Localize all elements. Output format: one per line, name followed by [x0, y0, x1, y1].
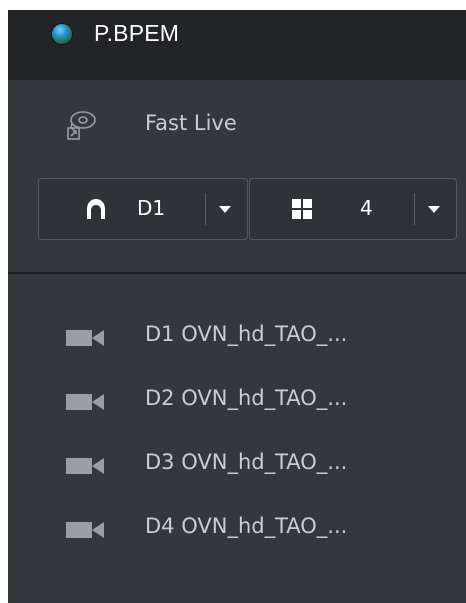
layout-selector-value: 4 — [360, 196, 373, 220]
channel-label: D4 OVN_hd_TAO_... — [145, 514, 348, 538]
device-selector-separator — [205, 193, 206, 225]
title-bar: P.BPEM — [8, 10, 466, 80]
fast-live-icon — [67, 111, 96, 140]
channel-item-d1[interactable]: D1 OVN_hd_TAO_... — [8, 315, 466, 359]
channel-label: D1 OVN_hd_TAO_... — [145, 322, 348, 346]
camera-icon — [66, 522, 104, 538]
chevron-down-icon[interactable] — [428, 206, 440, 213]
channel-item-d2[interactable]: D2 OVN_hd_TAO_... — [8, 379, 466, 423]
status-indicator-icon — [52, 24, 72, 44]
device-selector[interactable]: D1 — [38, 178, 248, 240]
chevron-down-icon[interactable] — [219, 206, 231, 213]
fast-live-item[interactable]: Fast Live — [8, 105, 466, 149]
app-title: P.BPEM — [94, 20, 180, 46]
channel-label: D3 OVN_hd_TAO_... — [145, 450, 348, 474]
camera-icon — [66, 458, 104, 474]
fast-live-label: Fast Live — [145, 111, 237, 135]
device-selector-value: D1 — [137, 196, 166, 220]
camera-icon — [66, 394, 104, 410]
sidebar-panel: P.BPEM Fast Live D1 4 D1 OVN_hd_TAO_... … — [8, 10, 466, 603]
channel-label: D2 OVN_hd_TAO_... — [145, 386, 348, 410]
device-icon — [87, 199, 105, 219]
layout-selector-separator — [414, 193, 415, 225]
camera-icon — [66, 330, 104, 346]
layout-selector[interactable]: 4 — [249, 178, 457, 240]
grid-icon — [292, 199, 312, 219]
divider — [8, 272, 466, 274]
channel-item-d3[interactable]: D3 OVN_hd_TAO_... — [8, 443, 466, 487]
channel-item-d4[interactable]: D4 OVN_hd_TAO_... — [8, 507, 466, 551]
